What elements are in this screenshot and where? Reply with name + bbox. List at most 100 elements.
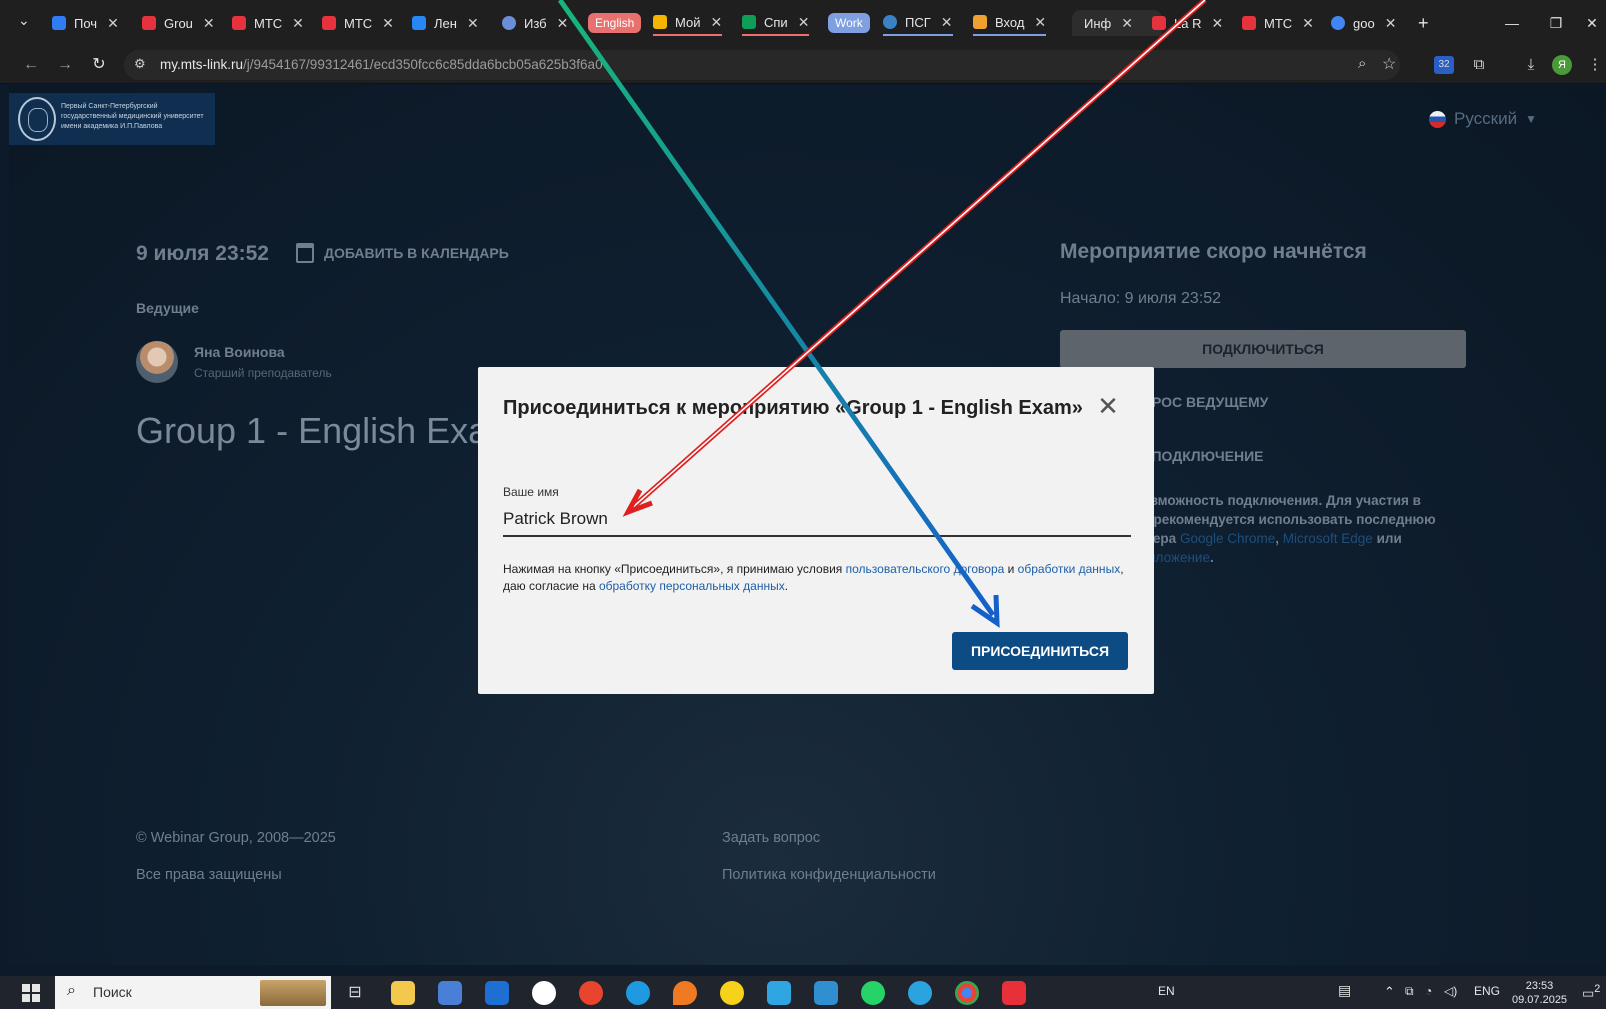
hosts-label: Ведущие	[136, 300, 199, 316]
forward-icon[interactable]: →	[54, 54, 76, 76]
minimize-icon[interactable]: —	[1490, 0, 1534, 46]
extensions-puzzle-icon[interactable]: ⧉	[1468, 54, 1490, 76]
browser-tab[interactable]: Вход ✕	[973, 10, 1047, 36]
browser-tab[interactable]: Поч ✕	[52, 10, 119, 36]
mts-link-icon	[322, 16, 336, 30]
wps-icon[interactable]	[1002, 981, 1026, 1005]
input-language[interactable]: EN	[1158, 984, 1175, 998]
browser-tab[interactable]: Лен ✕	[412, 10, 479, 36]
browser-tab[interactable]: Grou ✕	[142, 10, 215, 36]
network-icon[interactable]: ◔	[1425, 984, 1432, 998]
bookmark-star-icon[interactable]: ☆	[1382, 54, 1396, 74]
close-tab-icon[interactable]: ✕	[941, 14, 953, 31]
search-placeholder: Поиск	[93, 984, 132, 1000]
terms-text: Нажимая на кнопку «Присоединиться», я пр…	[503, 562, 1124, 593]
windows-start-icon[interactable]	[22, 984, 40, 1002]
data-processing-link[interactable]: обработки данных	[1018, 562, 1121, 576]
chrome-icon[interactable]	[955, 981, 979, 1005]
task-view-icon[interactable]: ⊟	[343, 981, 367, 1005]
tab-search-chevron-icon[interactable]: ⌄	[18, 12, 30, 29]
profile-avatar[interactable]: Я	[1552, 55, 1572, 75]
close-tab-icon[interactable]: ✕	[382, 15, 394, 32]
browser-tab[interactable]: МТС ✕	[322, 10, 394, 36]
russian-flag-icon	[1429, 110, 1446, 128]
telegram-icon[interactable]	[908, 981, 932, 1005]
browser-tab[interactable]: МТС ✕	[1242, 10, 1314, 36]
mail-icon	[52, 16, 66, 30]
system-clock[interactable]: 23:53 09.07.2025	[1512, 979, 1567, 1007]
extension-32-icon[interactable]: 32	[1434, 56, 1454, 74]
reload-icon[interactable]: ↻	[88, 54, 110, 76]
zoom-icon[interactable]: ⌕	[1358, 55, 1366, 72]
search-icon: ⌕	[67, 982, 76, 999]
close-icon[interactable]: ✕	[1095, 393, 1121, 419]
address-bar[interactable]: ⚙ my.mts-link.ru/j/9454167/99312461/ecd3…	[124, 50, 1400, 80]
footer-rights: Все права защищены	[136, 867, 282, 883]
close-tab-icon[interactable]: ✕	[1121, 15, 1133, 32]
browser-tab[interactable]: Изб ✕	[502, 10, 568, 36]
whatsapp-icon[interactable]	[861, 981, 885, 1005]
close-tab-icon[interactable]: ✕	[1302, 15, 1314, 32]
bitrix-icon[interactable]	[720, 981, 744, 1005]
download-icon[interactable]: ⤓	[1520, 54, 1542, 76]
back-icon[interactable]: ←	[20, 54, 42, 76]
close-tab-icon[interactable]: ✕	[798, 14, 810, 31]
usb-icon[interactable]: ⧉	[1405, 984, 1414, 999]
taskbar-search[interactable]: ⌕ Поиск	[55, 976, 331, 1009]
university-seal-icon	[18, 97, 56, 141]
close-tab-icon[interactable]: ✕	[467, 15, 479, 32]
tray-chevron-up-icon[interactable]: ⌃	[1384, 984, 1395, 1000]
volume-icon[interactable]: ◁)	[1444, 984, 1457, 998]
ms-store-icon[interactable]	[438, 981, 462, 1005]
edge-icon[interactable]	[626, 981, 650, 1005]
windows-taskbar: ⌕ Поиск ⊟ EN ▤ ⌃ ⧉ ◔ ◁) ENG 23:53 09.07.…	[0, 976, 1606, 1009]
keyboard-language[interactable]: ENG	[1474, 984, 1500, 998]
close-tab-icon[interactable]: ✕	[107, 15, 119, 32]
vk-icon	[412, 16, 426, 30]
personal-data-link[interactable]: обработку персональных данных	[599, 579, 785, 593]
calculator-app-icon[interactable]	[814, 981, 838, 1005]
connect-button[interactable]: ПОДКЛЮЧИТЬСЯ	[1060, 330, 1466, 368]
app-32-icon[interactable]	[767, 981, 791, 1005]
close-tab-icon[interactable]: ✕	[710, 14, 722, 31]
close-tab-icon[interactable]: ✕	[1034, 14, 1046, 31]
new-tab-button[interactable]: +	[1418, 10, 1429, 36]
url-text[interactable]: my.mts-link.ru/j/9454167/99312461/ecd350…	[160, 57, 603, 72]
chrome-link[interactable]: Google Chrome	[1180, 531, 1275, 546]
yandex-browser-icon[interactable]	[532, 981, 556, 1005]
mts-link-icon	[142, 16, 156, 30]
footer-privacy-link[interactable]: Политика конфиденциальности	[722, 867, 936, 883]
close-tab-icon[interactable]: ✕	[1385, 15, 1397, 32]
news-widget-icon[interactable]: ▤	[1338, 982, 1351, 999]
browser-tab[interactable]: Мой ✕	[653, 10, 723, 36]
yandex-icon[interactable]	[579, 981, 603, 1005]
restore-icon[interactable]: ❐	[1534, 0, 1578, 46]
site-settings-icon[interactable]: ⚙	[134, 56, 146, 72]
name-input[interactable]	[503, 503, 1131, 537]
browser-tab-active[interactable]: Инф ✕	[1072, 10, 1162, 36]
file-explorer-icon[interactable]	[391, 981, 415, 1005]
browser-menu-icon[interactable]: ⋮	[1584, 54, 1606, 76]
user-agreement-link[interactable]: пользовательского договора	[846, 562, 1005, 576]
browser-tab[interactable]: МТС ✕	[232, 10, 304, 36]
add-to-calendar-button[interactable]: ДОБАВИТЬ В КАЛЕНДАРЬ	[296, 243, 509, 263]
close-tab-icon[interactable]: ✕	[203, 15, 215, 32]
edge-link[interactable]: Microsoft Edge	[1283, 531, 1373, 546]
tab-group-english[interactable]: English	[588, 13, 642, 33]
notifications-icon[interactable]: ▭2	[1582, 983, 1600, 1001]
footer-ask-link[interactable]: Задать вопрос	[722, 830, 820, 846]
browser-tab[interactable]: goo ✕	[1331, 10, 1396, 36]
close-tab-icon[interactable]: ✕	[1211, 15, 1223, 32]
university-logo[interactable]: Первый Санкт-Петербургский государственн…	[9, 93, 215, 145]
browser-tab[interactable]: Спи ✕	[742, 10, 810, 36]
close-tab-icon[interactable]: ✕	[292, 15, 304, 32]
outlook-icon[interactable]	[485, 981, 509, 1005]
close-tab-icon[interactable]: ✕	[557, 15, 569, 32]
drop-app-icon[interactable]	[673, 981, 697, 1005]
close-window-icon[interactable]: ✕	[1578, 0, 1606, 46]
browser-tab[interactable]: ПСГ ✕	[883, 10, 953, 36]
language-selector[interactable]: Русский ▼	[1429, 109, 1537, 129]
tab-group-work[interactable]: Work	[828, 13, 870, 33]
browser-tab[interactable]: La R ✕	[1152, 10, 1223, 36]
join-button[interactable]: ПРИСОЕДИНИТЬСЯ	[952, 632, 1128, 670]
